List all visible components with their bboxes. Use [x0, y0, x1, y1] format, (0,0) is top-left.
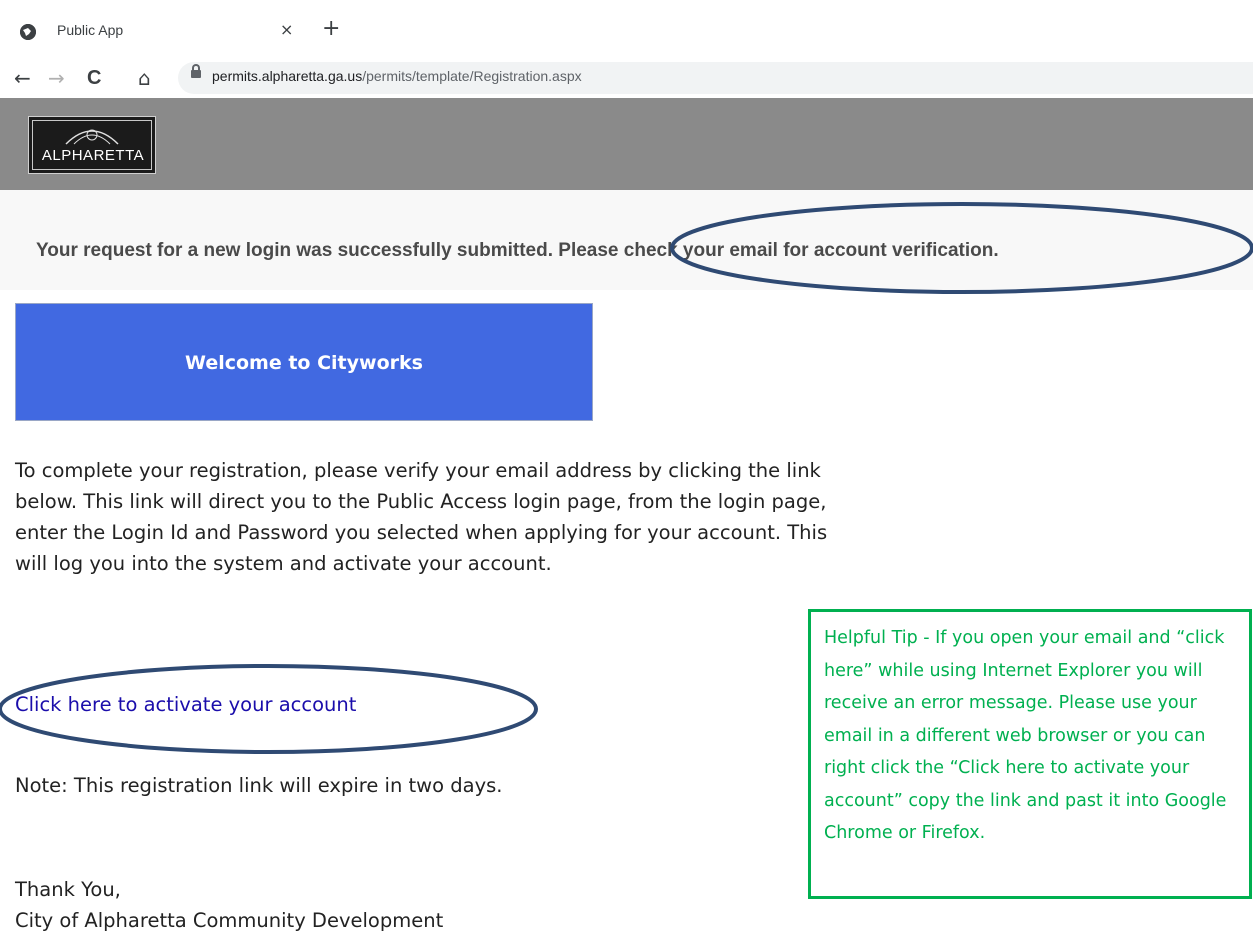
expiry-note: Note: This registration link will expire…: [15, 774, 503, 797]
tab-title: Public App: [57, 22, 124, 38]
lock-icon[interactable]: [191, 64, 201, 78]
globe-icon: [20, 24, 36, 40]
logo-tree-icon: [65, 129, 119, 145]
reload-icon[interactable]: C: [87, 66, 101, 90]
signature-block: Thank You, City of Alpharetta Community …: [15, 874, 443, 936]
url-text[interactable]: permits.alpharetta.ga.us/permits/templat…: [212, 68, 582, 84]
thanks-line: Thank You,: [15, 878, 121, 901]
plus-icon[interactable]: +: [322, 16, 340, 41]
signature-line: City of Alpharetta Community Development: [15, 909, 444, 932]
home-icon[interactable]: ⌂: [138, 66, 151, 90]
success-message: Your request for a new login was success…: [36, 240, 999, 261]
back-arrow-icon[interactable]: ←: [14, 66, 31, 90]
helpful-tip-text: Helpful Tip - If you open your email and…: [824, 628, 1227, 843]
activate-account-link[interactable]: Click here to activate your account: [15, 693, 356, 716]
url-path: /permits/template/Registration.aspx: [362, 68, 582, 84]
forward-arrow-icon[interactable]: →: [48, 66, 65, 90]
url-host: permits.alpharetta.ga.us: [212, 68, 363, 84]
logo-text: ALPHARETTA: [41, 147, 145, 164]
site-header: [0, 98, 1253, 190]
instructions-text: To complete your registration, please ve…: [15, 459, 828, 575]
close-icon[interactable]: ×: [280, 20, 293, 39]
welcome-heading: Welcome to Cityworks: [185, 352, 423, 374]
